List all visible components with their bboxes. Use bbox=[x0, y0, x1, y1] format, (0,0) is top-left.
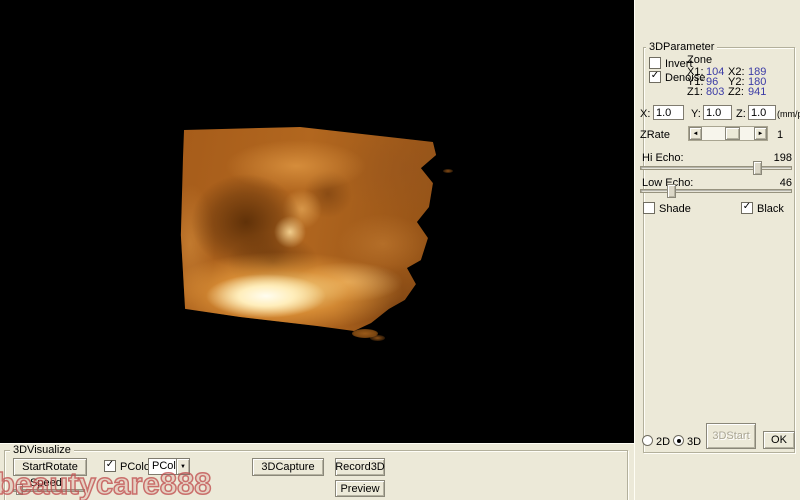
speed-label: Speed bbox=[30, 477, 62, 489]
low-echo-value: 46 bbox=[779, 177, 792, 189]
zone-z2-value: 941 bbox=[748, 86, 767, 98]
z-scale-input[interactable] bbox=[748, 105, 776, 120]
invert-checkbox[interactable] bbox=[649, 57, 661, 69]
black-checkbox[interactable]: ✓ bbox=[741, 202, 753, 214]
start-3d-button[interactable]: 3DStart bbox=[706, 423, 756, 449]
ultrasound-fragment bbox=[370, 335, 385, 341]
check-icon: ✓ bbox=[742, 201, 752, 212]
x-scale-label: X: bbox=[640, 108, 651, 120]
ultrasound-viewport[interactable] bbox=[0, 0, 634, 443]
pcolor-dropdown[interactable]: PColor ▼ bbox=[148, 458, 190, 475]
hi-echo-slider-thumb[interactable] bbox=[753, 161, 762, 175]
check-icon: ✓ bbox=[650, 70, 660, 81]
low-echo-slider-thumb[interactable] bbox=[667, 184, 676, 198]
visualize-panel: 3DVisualize StartRotate ✓ PColor PColor … bbox=[0, 443, 634, 500]
ultrasound-fragment bbox=[443, 169, 453, 173]
ultrasound-render bbox=[180, 126, 437, 331]
mode-2d-radio[interactable] bbox=[642, 435, 653, 446]
mode-3d-label: 3D bbox=[687, 436, 702, 448]
scroll-left-icon: ◄ bbox=[692, 131, 699, 137]
preview-button[interactable]: Preview bbox=[335, 480, 385, 497]
hi-echo-slider-track[interactable] bbox=[640, 166, 792, 170]
scroll-right-icon: ► bbox=[757, 131, 764, 137]
chevron-down-icon: ▼ bbox=[180, 463, 186, 470]
y-scale-input[interactable] bbox=[703, 105, 732, 120]
record-3d-button[interactable]: Record3D bbox=[335, 458, 385, 476]
low-echo-slider-track[interactable] bbox=[640, 189, 792, 193]
zrate-scrollbar[interactable]: ◄ ► bbox=[688, 126, 768, 141]
zone-z1-value: 803 bbox=[706, 86, 725, 98]
zrate-scroll-thumb[interactable] bbox=[725, 127, 740, 140]
start-rotate-button[interactable]: StartRotate bbox=[13, 458, 87, 476]
z-scale-label: Z: bbox=[736, 108, 746, 120]
zone-label: Zone bbox=[687, 54, 713, 66]
check-icon: ✓ bbox=[105, 459, 115, 470]
speed-slider-track[interactable] bbox=[13, 489, 85, 492]
capture-3d-button[interactable]: 3DCapture bbox=[252, 458, 324, 476]
visualize-group-title: 3DVisualize bbox=[10, 444, 74, 456]
speed-slider-thumb[interactable] bbox=[16, 484, 23, 495]
zone-z1-label: Z1: bbox=[687, 86, 703, 98]
zrate-scroll-left-button[interactable]: ◄ bbox=[689, 127, 702, 140]
parameter-group-title: 3DParameter bbox=[646, 41, 718, 53]
pcolor-dropdown-button[interactable]: ▼ bbox=[176, 459, 189, 474]
y-scale-label: Y: bbox=[691, 108, 701, 120]
shade-label: Shade bbox=[659, 203, 691, 215]
x-scale-input[interactable] bbox=[653, 105, 684, 120]
zrate-scroll-right-button[interactable]: ► bbox=[754, 127, 767, 140]
black-label: Black bbox=[757, 203, 784, 215]
application-window: 3DParameter Invert ✓ Denoise Zone X1: 10… bbox=[0, 0, 800, 500]
scale-unit-label: (mm/p) bbox=[777, 109, 800, 119]
mode-2d-label: 2D bbox=[656, 436, 671, 448]
shade-checkbox[interactable] bbox=[643, 202, 655, 214]
zrate-label: ZRate bbox=[640, 129, 670, 141]
ok-button[interactable]: OK bbox=[763, 431, 795, 449]
zone-z2-label: Z2: bbox=[728, 86, 744, 98]
denoise-checkbox[interactable]: ✓ bbox=[649, 71, 661, 83]
pcolor-checkbox[interactable]: ✓ bbox=[104, 460, 116, 472]
mode-3d-radio[interactable] bbox=[673, 435, 684, 446]
hi-echo-label: Hi Echo: bbox=[642, 152, 684, 164]
parameter-panel: 3DParameter Invert ✓ Denoise Zone X1: 10… bbox=[634, 0, 800, 500]
zrate-value: 1 bbox=[777, 129, 784, 141]
